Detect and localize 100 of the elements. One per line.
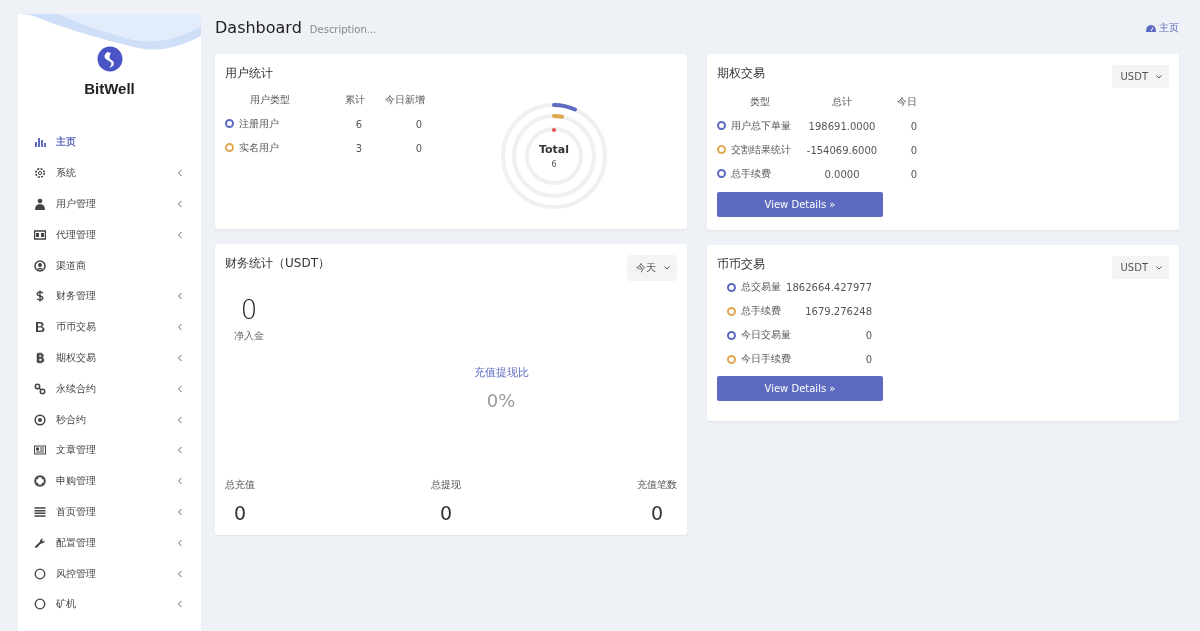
view-details-button[interactable]: View Details » bbox=[717, 192, 883, 217]
sidebar-item[interactable]: 代理管理 bbox=[18, 219, 201, 251]
sidebar-item[interactable]: 系统 bbox=[18, 157, 201, 189]
caret-icon bbox=[177, 323, 183, 332]
caret-icon bbox=[177, 200, 183, 208]
column-header: 累计 bbox=[345, 94, 365, 105]
id-card-icon bbox=[34, 228, 46, 241]
table-cell: 用户总下单量 bbox=[731, 120, 791, 131]
caret-icon bbox=[177, 600, 183, 609]
circle-icon bbox=[34, 567, 46, 580]
target-icon bbox=[34, 413, 46, 426]
sidebar-item[interactable]: 主页 bbox=[18, 127, 201, 158]
chevron-down-icon bbox=[1156, 74, 1162, 79]
sidebar-item[interactable]: 秒合约 bbox=[18, 404, 201, 435]
row-value: 0 bbox=[865, 353, 872, 365]
caret-icon bbox=[177, 538, 183, 547]
chevron-down-icon bbox=[664, 266, 670, 270]
table-cell: 3 bbox=[355, 142, 362, 154]
currency-select[interactable]: USDT bbox=[1111, 256, 1169, 279]
currency-select[interactable]: USDT bbox=[1111, 65, 1169, 88]
row-label: 今日手续费 bbox=[741, 352, 791, 366]
settings-icon bbox=[34, 167, 46, 180]
row-label: 总手续费 bbox=[741, 304, 781, 318]
period-select[interactable]: 今天 bbox=[627, 255, 677, 281]
stat-label: 总提现 bbox=[431, 478, 461, 492]
table-cell: 0 bbox=[910, 144, 917, 156]
sidebar-item[interactable]: 永续合约 bbox=[18, 373, 201, 405]
row-value: 1862664.427977 bbox=[786, 281, 872, 293]
sidebar-item[interactable]: 申购管理 bbox=[18, 465, 201, 497]
lifebuoy-icon bbox=[34, 475, 46, 488]
view-details-button[interactable]: View Details » bbox=[717, 376, 883, 401]
table-cell: 交割结果统计 bbox=[731, 144, 791, 155]
row-label: 总交易量 bbox=[741, 280, 781, 294]
link-icon bbox=[34, 382, 46, 395]
caret-icon bbox=[177, 292, 183, 301]
caret-icon bbox=[177, 446, 183, 455]
page-title: Dashboard bbox=[215, 18, 302, 37]
card-title: 用户统计 bbox=[225, 65, 274, 82]
caret-icon bbox=[177, 415, 183, 424]
row-label: 今日交易量 bbox=[741, 328, 791, 342]
chart-total-label: Total bbox=[538, 143, 570, 156]
table-cell: 注册用户 bbox=[239, 118, 279, 129]
sidebar-item[interactable]: 币币交易 bbox=[18, 311, 201, 343]
caret-icon bbox=[177, 230, 183, 239]
card-title: 期权交易 bbox=[717, 65, 765, 82]
table-cell: 0 bbox=[415, 142, 422, 154]
page-description: Description... bbox=[309, 24, 377, 35]
column-header: 用户类型 bbox=[250, 94, 290, 105]
caret-icon bbox=[177, 569, 183, 578]
sidebar-item[interactable]: 首页管理 bbox=[18, 496, 201, 528]
table-cell: 0.0000 bbox=[824, 168, 860, 180]
caret-icon bbox=[177, 507, 183, 516]
caret-icon bbox=[177, 169, 183, 178]
column-header: 类型 bbox=[749, 96, 770, 107]
column-header: 今日 bbox=[897, 96, 917, 107]
card-title: 财务统计（USDT） bbox=[225, 255, 330, 272]
sidebar-item[interactable]: 矿机 bbox=[18, 588, 201, 620]
stat-value: 0 bbox=[650, 502, 664, 524]
caret-icon bbox=[177, 384, 183, 393]
sidebar-item[interactable]: 风控管理 bbox=[18, 558, 201, 589]
ratio-label: 充值提现比 bbox=[473, 365, 529, 380]
list-icon bbox=[34, 505, 46, 518]
column-header: 今日新增 bbox=[385, 94, 425, 105]
table-cell: 0 bbox=[910, 168, 917, 180]
ratio-value: 0% bbox=[486, 390, 516, 411]
user-circle-icon bbox=[34, 259, 46, 272]
brand-name: BitWell bbox=[84, 80, 135, 97]
sidebar-item[interactable]: 配置管理 bbox=[18, 527, 201, 559]
caret-icon bbox=[177, 477, 183, 486]
table-cell: 0 bbox=[415, 118, 422, 130]
table-cell: 0 bbox=[910, 120, 917, 132]
sidebar-item[interactable]: 期权交易 bbox=[18, 342, 201, 374]
stat-value: 0 bbox=[439, 502, 453, 524]
stat-label: 总充值 bbox=[225, 478, 255, 492]
sidebar-item[interactable]: 用户管理 bbox=[18, 188, 201, 220]
net-inflow-value: 0 bbox=[240, 295, 258, 325]
chevron-down-icon bbox=[1156, 265, 1162, 270]
stat-value: 0 bbox=[233, 502, 247, 524]
row-value: 0 bbox=[865, 329, 872, 341]
card-title: 币币交易 bbox=[717, 256, 765, 273]
breadcrumb-link[interactable]: 主页 bbox=[1146, 21, 1179, 35]
row-value: 1679.276248 bbox=[805, 305, 872, 317]
newspaper-icon bbox=[34, 444, 46, 457]
table-cell: 6 bbox=[355, 118, 362, 130]
bold-b-icon bbox=[34, 321, 46, 334]
wrench-icon bbox=[34, 536, 46, 549]
table-cell: 198691.0000 bbox=[808, 120, 876, 132]
dashboard-icon bbox=[1146, 23, 1156, 33]
net-inflow-label: 净入金 bbox=[234, 329, 264, 343]
circle-icon bbox=[34, 598, 46, 611]
table-cell: -154069.6000 bbox=[806, 144, 878, 156]
sidebar-item[interactable]: 文章管理 bbox=[18, 434, 201, 466]
dollar-icon bbox=[34, 290, 46, 303]
table-cell: 实名用户 bbox=[239, 142, 279, 153]
bitcoin-icon bbox=[34, 351, 46, 364]
user-icon bbox=[34, 198, 46, 210]
sidebar-item[interactable]: 渠道商 bbox=[18, 250, 201, 281]
column-header: 总计 bbox=[832, 96, 852, 107]
table-cell: 总手续费 bbox=[731, 168, 771, 179]
sidebar-item[interactable]: 财务管理 bbox=[18, 281, 201, 312]
